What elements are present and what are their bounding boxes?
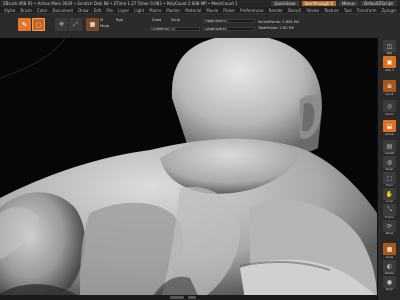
rgb-toggle[interactable]: Rgb — [116, 18, 123, 22]
menu-item[interactable]: Stroke — [306, 7, 319, 13]
menu-item[interactable]: Render — [269, 7, 283, 13]
zoom-icon: ⊕ — [386, 82, 393, 90]
shelf-label: Move — [385, 231, 394, 235]
render-icon: ◫ — [386, 42, 393, 50]
menu-item[interactable]: Material — [185, 7, 201, 13]
scale-mode-button[interactable]: ⤢ — [69, 18, 82, 31]
menu-item[interactable]: Movie — [206, 7, 218, 13]
pencil-icon: ✎ — [21, 20, 28, 29]
menu-item[interactable]: Preferences — [240, 7, 264, 13]
shelf-label: Local — [385, 199, 394, 203]
menu-item[interactable]: Layer — [118, 7, 129, 13]
zadd-toggle[interactable]: Zadd — [152, 18, 161, 22]
local-icon: ◍ — [386, 158, 393, 166]
shelf-label: Persp — [385, 167, 394, 171]
bottom-handle[interactable] — [170, 296, 184, 299]
menu-item[interactable]: Brush — [20, 7, 32, 13]
menu-item[interactable]: Color — [37, 7, 47, 13]
menu-item[interactable]: Alpha — [4, 7, 15, 13]
menu-item[interactable]: Marker — [166, 7, 180, 13]
scale-icon: ⤢ — [73, 20, 78, 28]
menu-item[interactable]: Zplugin — [382, 7, 397, 13]
menu-bar: Alpha Brush Color Document Draw Edit File Layer… — [0, 7, 400, 14]
transparency-icon: ◐ — [386, 262, 393, 270]
quicksave-button[interactable]: QuickSave — [271, 1, 299, 6]
mrgb-toggle[interactable]: Mrgb — [100, 24, 109, 28]
move-icon: ✥ — [58, 21, 65, 28]
menu-item[interactable]: Texture — [324, 7, 339, 13]
edit-icon: ◌ — [35, 20, 42, 29]
bottom-status-bar — [0, 295, 377, 300]
bottom-handle-small[interactable] — [188, 296, 196, 299]
shelf-label: Actual — [385, 132, 394, 136]
menu-item[interactable]: Transform — [357, 7, 377, 13]
menus-button[interactable]: Menus — [338, 1, 359, 6]
menu-item[interactable]: Document — [52, 7, 73, 13]
polyf-button[interactable]: ▦ — [383, 243, 396, 255]
spix-button[interactable]: ▣ — [383, 56, 396, 68]
shelf-label: SPix 3 — [385, 68, 394, 72]
polyframe-icon: ▦ — [386, 245, 393, 253]
persp-icon: ⬓ — [386, 122, 393, 130]
shelf-label: Scroll — [385, 92, 394, 96]
menu-item[interactable]: Picker — [223, 7, 235, 13]
draw-size-slider[interactable]: Draw Size 64 — [203, 27, 255, 31]
menu-item[interactable]: File — [106, 7, 113, 13]
rgb-icon: ▦ — [89, 21, 96, 28]
viewport-canvas[interactable] — [0, 38, 377, 300]
zoom-button[interactable]: ⊕ — [383, 80, 396, 92]
title-bar: ZBrush 4R8 P2 • Active Mem 3029 • Scratc… — [0, 0, 400, 7]
rgb-button[interactable]: ▦ — [86, 18, 99, 31]
shelf-label: AAHalf — [384, 151, 395, 155]
shelf-label: PolyF — [385, 287, 394, 291]
top-toolbar: ✎ ◌ ✥ ⤢ ▦ M Mrgb Rgb Zadd Zsub Z Intensi… — [0, 14, 400, 39]
frame-icon: ⬚ — [386, 174, 393, 182]
solo-icon: ● — [386, 278, 393, 286]
scale-icon: ⤡ — [387, 206, 392, 213]
menu-item[interactable]: Tool — [344, 7, 352, 13]
zsub-toggle[interactable]: Zsub — [171, 18, 180, 22]
active-points-readout: ActivePoints: 2.608 Mil — [258, 20, 299, 24]
title-bar-controls: QuickSave See-through 0 Menus DefaultZSc… — [271, 0, 396, 6]
window-title: ZBrush 4R8 P2 • Active Mem 3029 • Scratc… — [3, 1, 238, 6]
move-mode-button[interactable]: ✥ — [55, 18, 68, 31]
shelf-label: BPR — [386, 51, 393, 55]
actual-button[interactable]: ◎ — [383, 100, 396, 112]
menu-item[interactable]: Light — [134, 7, 144, 13]
floor-icon: ▤ — [386, 142, 393, 150]
actual-icon: ◎ — [386, 102, 393, 110]
shelf-label: Floor — [386, 183, 393, 187]
z-intensity-slider[interactable]: Z Intensity 25 — [150, 27, 200, 31]
shelf-label: Zoom — [385, 112, 394, 116]
see-through-slider[interactable]: See-through 0 — [301, 1, 336, 6]
default-zscript-button[interactable]: DefaultZScript — [361, 1, 396, 6]
edit-mode-button[interactable]: ◌ — [32, 18, 45, 31]
spix-icon: ▣ — [386, 58, 393, 66]
menu-item[interactable]: Stencil — [288, 7, 302, 13]
right-shelf: ◫ ▣ ⊕ ◎ ⬓ ▤ ◍ ⬚ ✋ ⤡ ⟳ ▦ ◐ ● BPR SPix 3 Scr… — [377, 38, 400, 300]
shelf-label: Scale — [385, 255, 394, 259]
sculpt-model — [0, 38, 377, 300]
focal-shift-slider[interactable]: Focal Shift 0 — [203, 19, 255, 23]
draw-mode-button[interactable]: ✎ — [18, 18, 31, 31]
menu-item[interactable]: Draw — [78, 7, 88, 13]
total-points-readout: TotalPoints: 2.62 Mil — [258, 26, 294, 30]
persp-button[interactable]: ⬓ — [383, 120, 396, 132]
m-toggle[interactable]: M — [100, 18, 103, 22]
menu-item[interactable]: Edit — [94, 7, 102, 13]
rotate-icon: ⟳ — [386, 222, 393, 230]
shelf-label: Rotate — [384, 271, 395, 275]
move-icon: ✋ — [385, 190, 394, 198]
menu-item[interactable]: Macro — [149, 7, 161, 13]
shelf-label: Frame — [385, 215, 394, 219]
